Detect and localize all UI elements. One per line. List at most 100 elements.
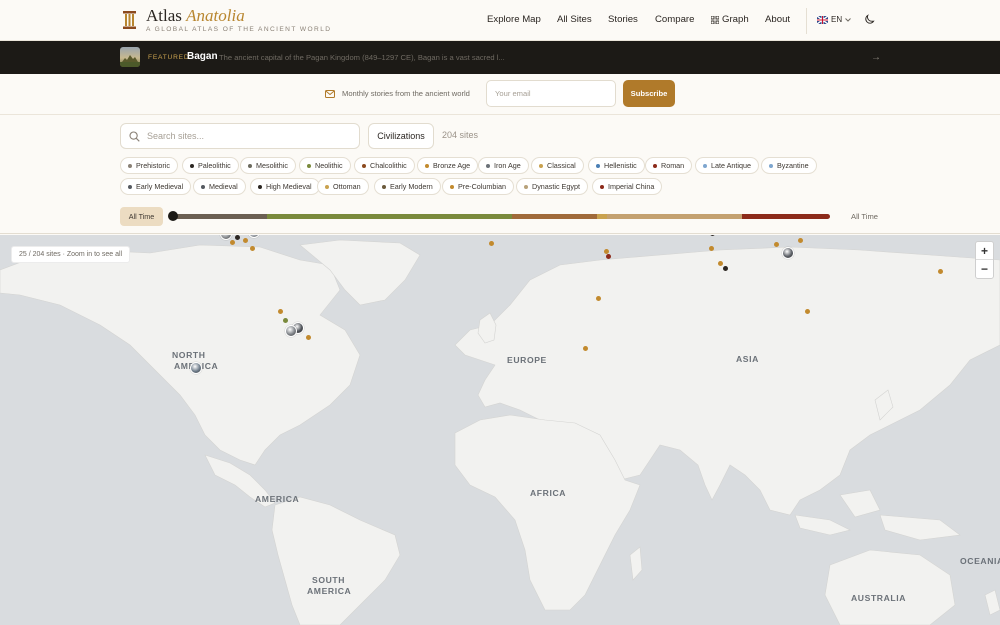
period-chip-label: Medieval <box>209 182 238 191</box>
period-color-dot <box>596 163 600 168</box>
site-marker[interactable] <box>595 295 601 301</box>
brand-title[interactable]: Atlas Anatolia <box>146 6 245 26</box>
period-chip-byzantine[interactable]: Byzantine <box>761 157 817 174</box>
app-root: Atlas Anatolia A GLOBAL ATLAS OF THE ANC… <box>0 0 1000 625</box>
period-chip-early-modern[interactable]: Early Modern <box>374 178 441 195</box>
map-basemap <box>0 239 1000 625</box>
arrow-right-icon[interactable]: → <box>871 52 881 63</box>
site-marker[interactable] <box>937 268 943 274</box>
period-color-dot <box>201 184 205 189</box>
period-chip-pre-columbian[interactable]: Pre-Columbian <box>442 178 514 195</box>
site-photo-marker[interactable] <box>285 325 297 337</box>
civilizations-button[interactable]: Civilizations <box>368 123 434 149</box>
nav-about[interactable]: About <box>765 14 790 25</box>
period-chip-late-antique[interactable]: Late Antique <box>695 157 759 174</box>
period-chip-paleolithic[interactable]: Paleolithic <box>182 157 239 174</box>
zoom-controls: + − <box>975 241 994 279</box>
all-time-button[interactable]: All Time <box>120 207 163 226</box>
period-color-dot <box>258 184 262 189</box>
site-marker[interactable] <box>605 253 611 259</box>
region-label-asia: ASIA <box>736 354 759 364</box>
subscribe-button[interactable]: Subscribe <box>623 80 675 107</box>
period-chip-high-medieval[interactable]: High Medieval <box>250 178 320 195</box>
period-chip-medieval[interactable]: Medieval <box>193 178 246 195</box>
period-color-dot <box>248 163 252 168</box>
search-input[interactable] <box>147 124 352 148</box>
period-color-dot <box>382 184 386 189</box>
period-color-dot <box>325 184 329 189</box>
period-chip-label: Imperial China <box>608 182 655 191</box>
featured-banner[interactable]: FEATURED Bagan The ancient capital of th… <box>0 41 1000 74</box>
nav-compare[interactable]: Compare <box>655 14 694 25</box>
period-chip-neolithic[interactable]: Neolithic <box>299 157 351 174</box>
period-chip-classical[interactable]: Classical <box>531 157 584 174</box>
site-marker[interactable] <box>282 317 288 323</box>
region-label-north: NORTH <box>172 350 206 360</box>
period-chip-label: Pre-Columbian <box>458 182 506 191</box>
site-marker[interactable] <box>249 245 255 251</box>
language-selector[interactable]: EN <box>817 15 851 24</box>
period-chip-roman[interactable]: Roman <box>645 157 693 174</box>
site-marker[interactable] <box>722 265 728 271</box>
period-color-dot <box>128 163 132 168</box>
site-marker[interactable] <box>234 235 240 240</box>
period-chip-mesolithic[interactable]: Mesolithic <box>240 157 296 174</box>
period-chip-early-medieval[interactable]: Early Medieval <box>120 178 192 195</box>
site-marker[interactable] <box>229 239 235 245</box>
nav-divider <box>806 8 807 34</box>
period-chip-chalcolithic[interactable]: Chalcolithic <box>354 157 415 174</box>
period-chip-label: Late Antique <box>711 161 751 170</box>
site-marker[interactable] <box>717 260 723 266</box>
period-chip-hellenistic[interactable]: Hellenistic <box>588 157 645 174</box>
world-map[interactable]: 25 / 204 sites · Zoom in to see all + − … <box>0 235 1000 625</box>
period-chip-label: Paleolithic <box>198 161 231 170</box>
chevron-down-icon <box>845 17 851 22</box>
site-marker[interactable] <box>582 345 588 351</box>
nav-explore-map[interactable]: Explore Map <box>487 14 541 25</box>
featured-description: The ancient capital of the Pagan Kingdom… <box>219 53 505 62</box>
site-marker[interactable] <box>773 241 779 247</box>
site-marker[interactable] <box>709 235 715 236</box>
region-label-africa: AFRICA <box>530 488 567 498</box>
site-marker[interactable] <box>804 308 810 314</box>
featured-title: Bagan <box>187 51 218 62</box>
nav-all-sites[interactable]: All Sites <box>557 14 592 25</box>
period-chip-ottoman[interactable]: Ottoman <box>317 178 369 195</box>
period-chip-dynastic-egypt[interactable]: Dynastic Egypt <box>516 178 588 195</box>
region-label-south-america: AMERICA <box>307 586 352 596</box>
site-marker[interactable] <box>305 334 311 340</box>
graph-icon <box>711 15 719 24</box>
search-box <box>120 123 360 149</box>
period-chip-label: Bronze Age <box>433 161 471 170</box>
dark-mode-moon-icon[interactable] <box>864 14 875 25</box>
featured-thumbnail <box>120 47 140 67</box>
email-field[interactable] <box>486 80 616 107</box>
column-logo-icon[interactable] <box>123 11 136 29</box>
period-chip-prehistoric[interactable]: Prehistoric <box>120 157 178 174</box>
site-photo-marker[interactable] <box>782 247 794 259</box>
period-color-dot <box>600 184 604 189</box>
period-chip-label: Mesolithic <box>256 161 288 170</box>
site-marker[interactable] <box>488 240 494 246</box>
timeline-slider-handle[interactable] <box>168 211 178 221</box>
zoom-in-button[interactable]: + <box>976 242 993 260</box>
site-marker[interactable] <box>603 248 609 254</box>
site-photo-marker[interactable] <box>190 362 202 374</box>
period-chip-iron-age[interactable]: Iron Age <box>478 157 529 174</box>
region-label-europe: EUROPE <box>507 355 547 365</box>
period-color-dot <box>539 163 543 168</box>
zoom-out-button[interactable]: − <box>976 260 993 278</box>
site-marker[interactable] <box>277 308 283 314</box>
period-chip-bronze-age[interactable]: Bronze Age <box>417 157 479 174</box>
timeline-slider-track[interactable] <box>172 214 830 219</box>
site-marker[interactable] <box>708 245 714 251</box>
period-chip-imperial-china[interactable]: Imperial China <box>592 178 663 195</box>
site-marker[interactable] <box>797 237 803 243</box>
region-label-central-america: AMERICA <box>255 494 300 504</box>
nav-stories[interactable]: Stories <box>608 14 638 25</box>
region-label-australia: AUSTRALIA <box>851 593 907 603</box>
period-color-dot <box>307 163 311 168</box>
period-color-dot <box>486 163 490 168</box>
nav-graph[interactable]: Graph <box>711 14 749 25</box>
site-marker[interactable] <box>242 237 248 243</box>
